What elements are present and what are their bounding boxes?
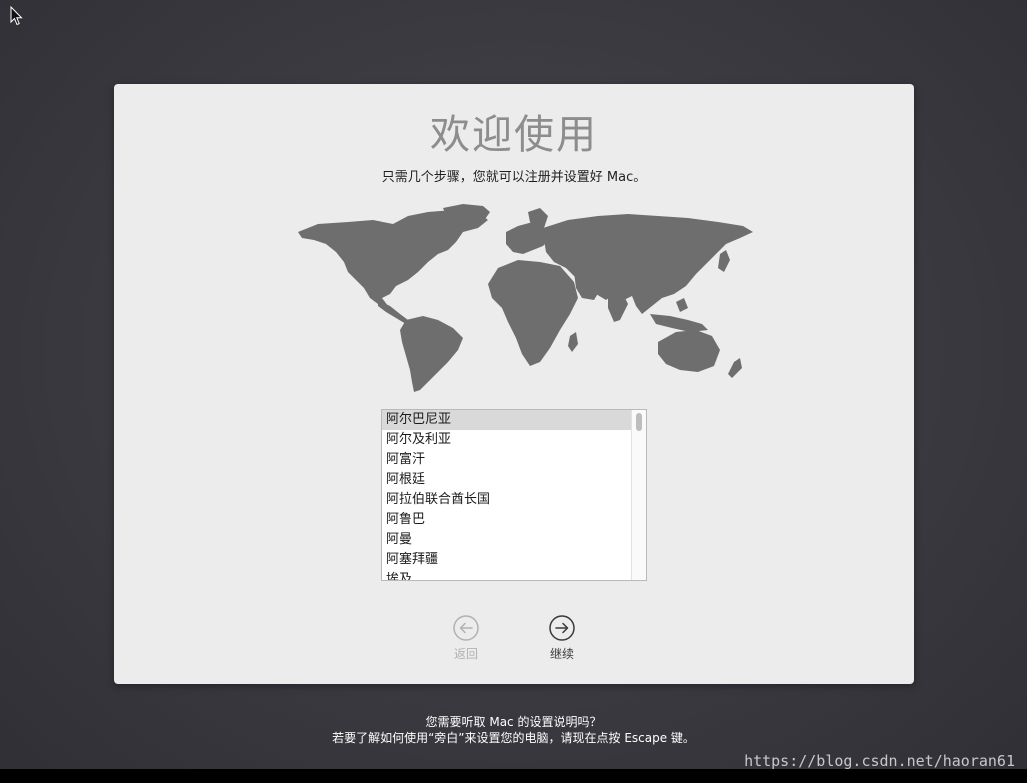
- voiceover-line-1: 您需要听取 Mac 的设置说明吗？: [425, 715, 602, 729]
- continue-button[interactable]: 继续: [537, 615, 587, 667]
- watermark-text: https://blog.csdn.net/haoran61: [744, 752, 1015, 770]
- page-subtitle: 只需几个步骤，您就可以注册并设置好 Mac。: [381, 170, 647, 185]
- voiceover-line-2: 若要了解如何使用“旁白”来设置您的电脑，请现在点按 Escape 键。: [332, 731, 695, 745]
- setup-assistant-panel: 欢迎使用 只需几个步骤，您就可以注册并设置好 Mac。 阿尔巴尼亚 阿尔及利亚 …: [114, 84, 914, 684]
- list-item[interactable]: 阿富汗: [382, 450, 632, 470]
- bottom-bar: [0, 769, 1027, 783]
- list-item[interactable]: 阿根廷: [382, 470, 632, 490]
- back-button[interactable]: 返回: [441, 615, 491, 667]
- world-map-image: [298, 204, 753, 392]
- arrow-cursor-icon: [10, 6, 23, 26]
- list-item[interactable]: 阿鲁巴: [382, 510, 632, 530]
- list-item[interactable]: 阿尔巴尼亚: [382, 410, 632, 430]
- arrow-right-circle-icon: [549, 615, 575, 641]
- scrollbar-thumb[interactable]: [636, 413, 642, 431]
- arrow-left-circle-icon: [453, 615, 479, 641]
- voiceover-prompt: 您需要听取 Mac 的设置说明吗？ 若要了解如何使用“旁白”来设置您的电脑，请现…: [0, 714, 1027, 746]
- list-item[interactable]: 阿塞拜疆: [382, 550, 632, 570]
- list-item[interactable]: 阿尔及利亚: [382, 430, 632, 450]
- list-item[interactable]: 阿曼: [382, 530, 632, 550]
- list-scrollbar[interactable]: [631, 410, 646, 580]
- continue-button-label: 继续: [549, 647, 574, 661]
- page-title: 欢迎使用: [430, 112, 598, 158]
- list-item[interactable]: 阿拉伯联合酋长国: [382, 490, 632, 510]
- back-button-label: 返回: [453, 647, 478, 661]
- list-item[interactable]: 埃及: [382, 570, 632, 580]
- country-list[interactable]: 阿尔巴尼亚 阿尔及利亚 阿富汗 阿根廷 阿拉伯联合酋长国 阿鲁巴 阿曼 阿塞拜疆…: [381, 409, 647, 581]
